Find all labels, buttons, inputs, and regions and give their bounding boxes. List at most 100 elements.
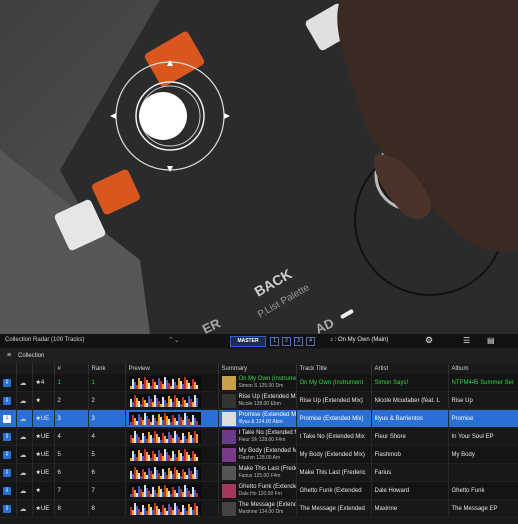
track-album: NTPM445 Summer Ser [448,374,518,392]
col-download[interactable] [0,364,17,374]
cloud-cell[interactable]: ☁ [16,481,33,500]
settings-gear-icon[interactable]: ⚙ [425,335,433,346]
download-cell[interactable]: ⇩ [0,445,17,464]
rating-cell[interactable]: ★UE [32,499,55,518]
download-cell[interactable]: ⇩ [0,409,17,428]
panel-selector-chevron-icon[interactable]: ⌃⌄ [168,336,180,344]
table-row[interactable]: ⇩☁★UE55My Body (Extended Mix)Flashm 128.… [0,445,518,464]
key-label: UE [40,434,50,440]
master-button[interactable]: MASTER [230,336,266,347]
waveform-preview[interactable] [128,394,201,407]
rating-cell[interactable]: ★4 [32,374,55,392]
waveform-bar [195,470,198,479]
rating-cell[interactable]: ★ [32,481,55,500]
download-cell[interactable]: ⇩ [0,499,17,518]
collection-label[interactable]: Collection [18,353,44,359]
cloud-cell[interactable]: ☁ [16,445,33,464]
col-rank[interactable]: Rank [88,364,126,374]
deck-1-button[interactable]: 1 [270,337,279,346]
col-cloud[interactable] [16,364,33,374]
summary-meta: Simon S 125.00 Dm [238,382,284,389]
col-track-title[interactable]: Track Title [296,364,372,374]
key-label: 4 [40,380,45,386]
download-icon[interactable]: ⇩ [3,486,11,495]
deck-4-button[interactable]: 4 [306,337,315,346]
preview-cell[interactable] [125,481,219,500]
menu-icon[interactable]: ≡ [7,352,11,359]
preview-cell[interactable] [125,374,219,392]
download-icon[interactable]: ⇩ [3,396,11,405]
download-icon[interactable]: ⇩ [3,504,11,513]
table-row[interactable]: ⇩☁★UE66Make This Last (FredericFarius 12… [0,463,518,482]
waveform-preview[interactable] [128,412,201,425]
waveform-preview[interactable] [128,430,201,443]
waveform-preview[interactable] [128,376,201,389]
download-cell[interactable]: ⇩ [0,391,17,410]
summary-cell: My Body (Extended Mix)Flashm 128.00 Am [218,445,297,464]
col-summary[interactable]: Summary [218,364,297,374]
download-cell[interactable]: ⇩ [0,463,17,482]
waveform-preview[interactable] [128,502,201,515]
preview-cell[interactable] [125,391,219,410]
panel-title[interactable]: Collection Radar (100 Tracks) [5,337,84,343]
cloud-icon[interactable]: ☁ [20,506,27,513]
col-artist[interactable]: Artist [371,364,449,374]
cloud-icon[interactable]: ☁ [20,398,27,405]
cloud-icon[interactable]: ☁ [20,470,27,477]
preview-cell[interactable] [125,445,219,464]
cloud-cell[interactable]: ☁ [16,427,33,446]
cloud-cell[interactable]: ☁ [16,409,33,428]
star-icon[interactable]: ★ [36,488,41,494]
waveform-preview[interactable] [128,484,201,497]
summary-cell: The Message (Extended MMaxinne 124.00 Dm [218,499,297,518]
table-row[interactable]: ⇩ ☁ ★ 7 7 Ghetto Funk (Extended Dale Ho 120.00… [0,481,518,500]
col-album[interactable]: Album [448,364,518,374]
track-title: On My Own (Instrument [296,374,372,392]
col-preview[interactable]: Preview [125,364,219,374]
rating-cell[interactable]: ★UE [32,463,55,482]
download-icon[interactable]: ⇩ [3,378,11,387]
download-cell[interactable]: ⇩ [0,481,17,500]
rating-cell[interactable]: ★UE [32,445,55,464]
download-cell[interactable]: ⇩ [0,374,17,392]
list-view-icon[interactable]: ☰ [463,336,470,345]
cloud-cell[interactable]: ☁ [16,463,33,482]
waveform-bar [195,398,198,407]
deck-3-button[interactable]: 3 [294,337,303,346]
download-icon[interactable]: ⇩ [3,414,11,423]
download-icon[interactable]: ⇩ [3,450,11,459]
col-rating[interactable] [32,364,55,374]
cloud-icon[interactable]: ☁ [20,380,27,387]
table-row[interactable]: ⇩ ☁ ★4 1 1 On My Own (Instrument Simon S 125.0… [0,374,518,392]
cloud-icon[interactable]: ☁ [20,452,27,459]
preview-cell[interactable] [125,409,219,428]
preview-cell[interactable] [125,427,219,446]
album-art [221,393,236,408]
rating-cell[interactable]: ★UE [32,427,55,446]
album-art [221,465,236,480]
download-icon[interactable]: ⇩ [3,432,11,441]
cloud-icon[interactable]: ☁ [20,416,27,423]
cloud-cell[interactable]: ☁ [16,499,33,518]
preview-cell[interactable] [125,463,219,482]
table-row[interactable]: ⇩☁★UE44I Take No (Extended MixFleur Sh 1… [0,427,518,446]
cloud-icon[interactable]: ☁ [20,434,27,441]
preview-cell[interactable] [125,499,219,518]
star-icon[interactable]: ★ [36,398,41,404]
cloud-icon[interactable]: ☁ [20,488,27,495]
download-icon[interactable]: ⇩ [3,468,11,477]
rating-cell[interactable]: ★ [32,391,55,410]
table-row[interactable]: ⇩ ☁ ★ 2 2 Rise Up (Extended Mix) Nicole 128.00… [0,391,518,410]
cloud-cell[interactable]: ☁ [16,391,33,410]
download-cell[interactable]: ⇩ [0,427,17,446]
rating-cell[interactable]: ★UE [32,409,55,428]
col-number[interactable]: # [54,364,89,374]
table-row[interactable]: ⇩☁★UE33Promise (Extended Mix)Illyus & 12… [0,409,518,428]
waveform-preview[interactable] [128,448,201,461]
cloud-cell[interactable]: ☁ [16,374,33,392]
detail-view-icon[interactable]: ▤ [487,336,495,345]
track-artist: Dale Howard [371,481,449,500]
table-row[interactable]: ⇩☁★UE88The Message (Extended MMaxinne 12… [0,499,518,518]
waveform-preview[interactable] [128,466,201,479]
deck-2-button[interactable]: 2 [282,337,291,346]
